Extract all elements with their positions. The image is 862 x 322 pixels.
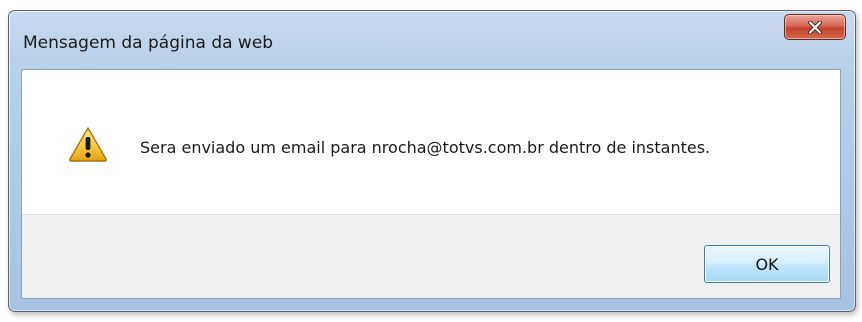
close-icon [808,20,822,34]
warning-icon [68,126,108,162]
button-area: OK [22,214,840,298]
dialog-title: Mensagem da página da web [23,33,274,53]
close-button[interactable] [784,14,846,40]
title-bar[interactable]: Mensagem da página da web [9,11,855,67]
message-area: Sera enviado um email para nrocha@totvs.… [22,70,840,214]
message-text: Sera enviado um email para nrocha@totvs.… [140,138,711,157]
message-dialog: Mensagem da página da web Sera enviado u… [8,10,856,312]
ok-button[interactable]: OK [704,245,830,283]
dialog-body: Sera enviado um email para nrocha@totvs.… [21,69,841,299]
